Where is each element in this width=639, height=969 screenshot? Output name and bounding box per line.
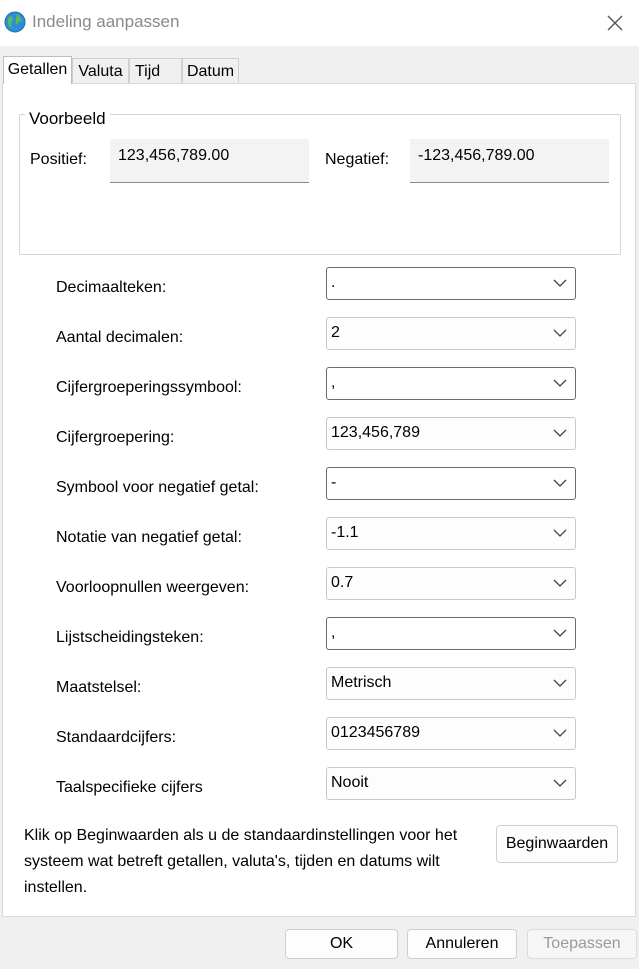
decimal-count-value: 2 [331, 324, 340, 341]
native-digits-select[interactable]: Nooit [326, 767, 576, 800]
preview-group [19, 114, 621, 255]
title-bar: Indeling aanpassen [0, 0, 639, 46]
tab-valuta[interactable]: Valuta [72, 58, 129, 83]
chevron-down-icon [553, 379, 567, 387]
tab-datum[interactable]: Datum [182, 58, 239, 83]
negative-format-value: -1.1 [331, 524, 359, 541]
negative-sign-select[interactable]: - [326, 467, 576, 500]
leading-zeros-value: 0.7 [331, 574, 354, 591]
decimal-count-label: Aantal decimalen: [56, 329, 184, 346]
measurement-system-select[interactable]: Metrisch [326, 667, 576, 700]
measurement-system-label: Maatstelsel: [56, 679, 142, 696]
digit-grouping-symbol-value: , [331, 374, 336, 391]
decimal-symbol-label: Decimaalteken: [56, 279, 167, 296]
measurement-system-value: Metrisch [331, 674, 392, 691]
dialog-footer: OK Annuleren Toepassen [0, 917, 639, 969]
chevron-down-icon [553, 729, 567, 737]
negative-format-label: Notatie van negatief getal: [56, 529, 242, 546]
ok-button[interactable]: OK [285, 929, 398, 959]
standard-digits-value: 0123456789 [331, 724, 420, 741]
preview-group-title: Voorbeeld [25, 109, 110, 129]
native-digits-label: Taalspecifieke cijfers [56, 779, 203, 796]
chevron-down-icon [553, 679, 567, 687]
tab-getallen[interactable]: Getallen [3, 56, 72, 84]
close-icon[interactable] [600, 8, 630, 38]
leading-zeros-label: Voorloopnullen weergeven: [56, 579, 250, 596]
standard-digits-label: Standaardcijfers: [56, 729, 177, 746]
standard-digits-select[interactable]: 0123456789 [326, 717, 576, 750]
window-title: Indeling aanpassen [32, 12, 180, 31]
leading-zeros-select[interactable]: 0.7 [326, 567, 576, 600]
digit-grouping-symbol-select[interactable]: , [326, 367, 576, 400]
reset-defaults-button[interactable]: Beginwaarden [496, 825, 618, 863]
chevron-down-icon [553, 279, 567, 287]
cancel-button[interactable]: Annuleren [407, 929, 517, 959]
negative-sign-value: - [331, 474, 337, 491]
positive-label: Positief: [30, 151, 87, 168]
digit-grouping-label: Cijfergroepering: [56, 429, 175, 446]
reset-info-text: Klik op Beginwaarden als u de standaardi… [24, 827, 458, 896]
chevron-down-icon [553, 579, 567, 587]
decimal-count-select[interactable]: 2 [326, 317, 576, 350]
chevron-down-icon [553, 429, 567, 437]
chevron-down-icon [553, 479, 567, 487]
list-separator-value: , [331, 624, 336, 641]
chevron-down-icon [553, 329, 567, 337]
digit-grouping-value: 123,456,789 [331, 424, 420, 441]
decimal-symbol-value: . [331, 274, 336, 291]
decimal-symbol-select[interactable]: . [326, 267, 576, 300]
globe-icon [3, 10, 27, 34]
list-separator-select[interactable]: , [326, 617, 576, 650]
digit-grouping-select[interactable]: 123,456,789 [326, 417, 576, 450]
numbers-panel: Voorbeeld Positief: 123,456,789.00 Negat… [2, 83, 636, 917]
negative-label: Negatief: [325, 151, 390, 168]
chevron-down-icon [553, 529, 567, 537]
negative-format-select[interactable]: -1.1 [326, 517, 576, 550]
chevron-down-icon [553, 629, 567, 637]
apply-button[interactable]: Toepassen [527, 929, 637, 959]
chevron-down-icon [553, 779, 567, 787]
negative-preview-value: -123,456,789.00 [410, 139, 609, 183]
tab-strip: Getallen Valuta Tijd Datum [0, 56, 639, 84]
negative-sign-label: Symbool voor negatief getal: [56, 479, 259, 496]
tab-tijd[interactable]: Tijd [129, 58, 182, 83]
digit-grouping-symbol-label: Cijfergroeperingssymbool: [56, 379, 242, 396]
positive-preview-value: 123,456,789.00 [110, 139, 309, 183]
list-separator-label: Lijstscheidingsteken: [56, 629, 204, 646]
native-digits-value: Nooit [331, 774, 369, 791]
